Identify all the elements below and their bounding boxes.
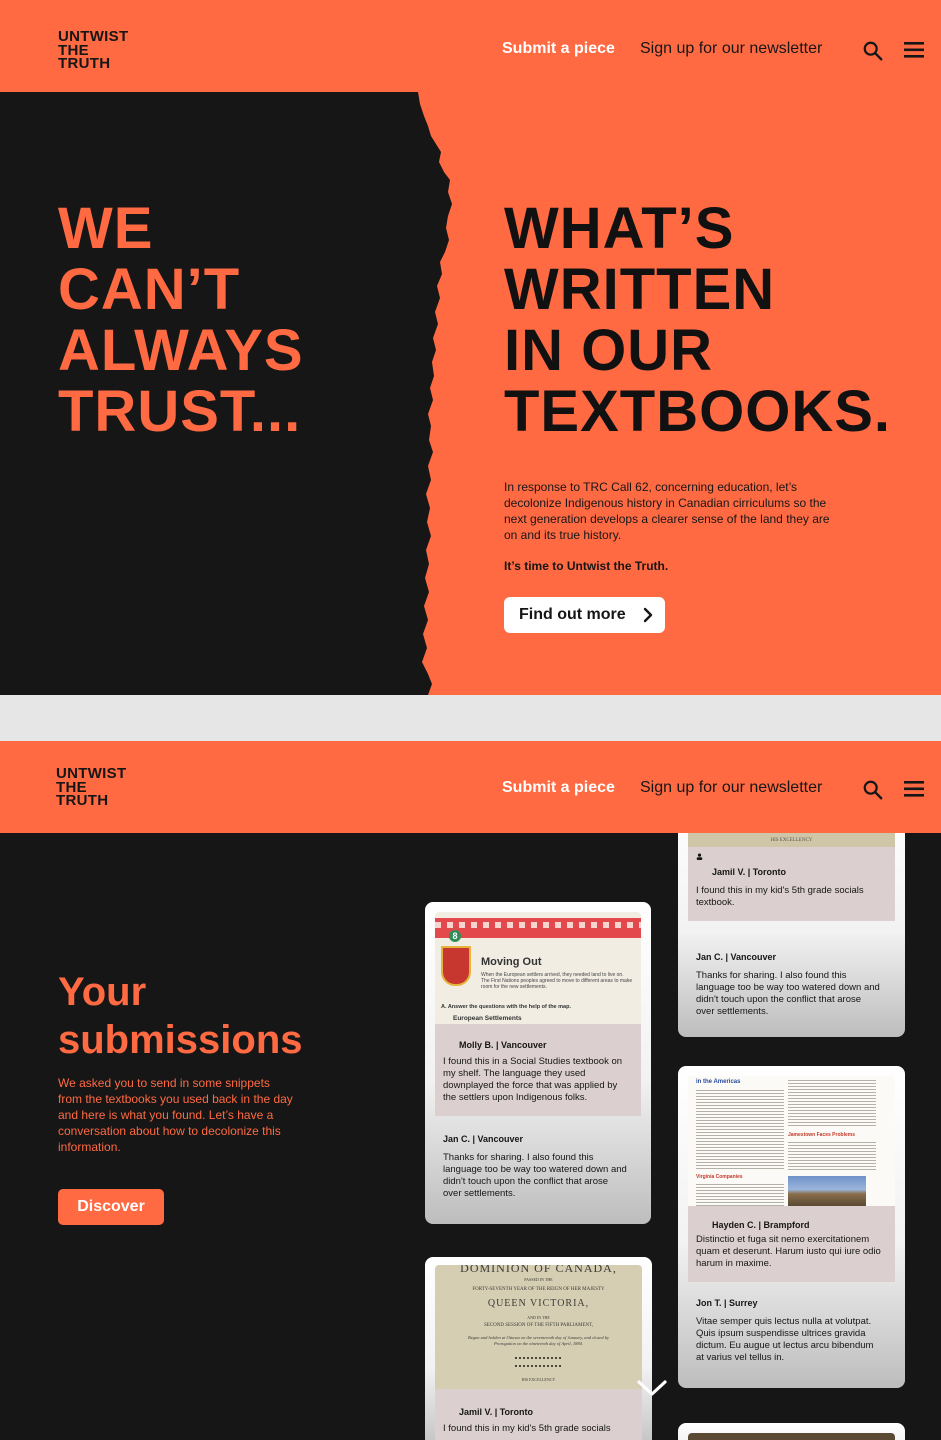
nav-newsletter-link[interactable]: Sign up for our newsletter xyxy=(640,779,822,797)
submission-author: Hayden C. | Brampford xyxy=(712,1220,810,1230)
textbook-photo: 8 Moving Out When the European settlers … xyxy=(435,912,641,1024)
heading-line: WRITTEN xyxy=(504,257,776,322)
photo-title: DOMINION OF CANADA, xyxy=(460,1265,617,1275)
photo-text-block xyxy=(696,1088,784,1170)
textbook-photo: in the Americas Jamestown Faces Problems… xyxy=(688,1076,895,1206)
heading-line: IN OUR xyxy=(504,318,713,383)
title-line: Your xyxy=(58,970,147,1014)
submission-comment: Hayden C. | Brampford Distinctio et fuga… xyxy=(688,1206,895,1282)
user-icon xyxy=(696,853,703,860)
submission-message: I found this in my kid's 5th grade socia… xyxy=(443,1423,611,1434)
submission-comment: Molly B. | Vancouver I found this in a S… xyxy=(435,1024,641,1116)
reply-message: Vitae semper quis lectus nulla at volutp… xyxy=(696,1316,874,1363)
submissions-title: Your submissions xyxy=(58,968,303,1064)
submission-card[interactable]: DOMINION OF CANADA, PASSED IN THE FORTY-… xyxy=(425,1257,652,1440)
photo-line: FORTY-SEVENTH YEAR OF THE REIGN OF HER M… xyxy=(472,1287,605,1292)
photo-banner xyxy=(435,918,641,938)
title-line: submissions xyxy=(58,1018,303,1062)
crest-ornament xyxy=(515,1357,561,1367)
landscape-image xyxy=(788,1176,866,1206)
photo-text: When the European settlers arrived, they… xyxy=(481,972,633,990)
heading-line: TRUST... xyxy=(58,379,302,444)
hamburger-menu-icon[interactable] xyxy=(903,780,925,798)
photo-text-block xyxy=(788,1140,876,1170)
photo-line: SECOND SESSION OF THE FIFTH PARLIAMENT, xyxy=(483,1323,594,1328)
heading-line: CAN’T xyxy=(58,257,241,322)
submission-message: Distinctio et fuga sit nemo exercitation… xyxy=(696,1234,881,1269)
submission-comment: Jamil V. | Toronto I found this in my ki… xyxy=(688,847,895,921)
submissions-description: We asked you to send in some snippets fr… xyxy=(58,1076,293,1154)
chevron-down-icon[interactable] xyxy=(636,1378,668,1398)
find-out-more-button[interactable]: Find out more xyxy=(504,597,665,633)
photo-subheading: Virginia Companies xyxy=(696,1174,743,1180)
photo-text-block xyxy=(696,1182,784,1206)
search-icon[interactable] xyxy=(862,40,884,62)
reply-author: Jon T. | Surrey xyxy=(696,1298,758,1308)
photo-number: 8 xyxy=(449,930,461,942)
submission-card[interactable]: 8 Moving Out When the European settlers … xyxy=(425,902,651,1224)
hero-section: WE CAN’T ALWAYS TRUST... WHAT’S WRITTEN … xyxy=(0,92,941,695)
photo-subheading: Jamestown Faces Problems xyxy=(788,1132,855,1138)
photo-banner-stripe xyxy=(435,922,641,928)
submissions-section: Your submissions We asked you to send in… xyxy=(0,833,941,1440)
photo-heading: Moving Out xyxy=(481,956,542,968)
reply-author: Jan C. | Vancouver xyxy=(696,952,777,962)
photo-text-block xyxy=(788,1078,876,1128)
submission-message: I found this in my kid's 5th grade socia… xyxy=(696,885,864,908)
chevron-right-icon xyxy=(643,607,653,623)
submission-author: Jamil V. | Toronto xyxy=(459,1407,534,1417)
photo-line: Begun and holden at Ottawa on the sevent… xyxy=(468,1335,609,1346)
nav-submit-link[interactable]: Submit a piece xyxy=(502,40,615,58)
logo-line: TRUTH xyxy=(58,55,111,72)
photo-caption: HIS EXCELLENCY xyxy=(770,838,813,843)
hamburger-menu-icon[interactable] xyxy=(903,41,925,59)
photo-instruction: A. Answer the questions with the help of… xyxy=(441,1004,571,1010)
submission-author: Molly B. | Vancouver xyxy=(459,1040,547,1050)
submission-comment: Jamil V. | Toronto I found this in my ki… xyxy=(435,1389,642,1440)
submission-card[interactable]: HIS EXCELLENCY Jamil V. | Toronto I foun… xyxy=(678,833,905,1037)
photo-line: PASSED IN THE xyxy=(524,1277,553,1282)
nav-submit-link[interactable]: Submit a piece xyxy=(502,779,615,797)
submission-card[interactable]: in the Americas Jamestown Faces Problems… xyxy=(678,1066,905,1388)
submission-author: Jamil V. | Toronto xyxy=(712,867,787,877)
photo-line: AND IN THE xyxy=(527,1315,550,1320)
hero-heading-right: WHAT’S WRITTEN IN OUR TEXTBOOKS. xyxy=(504,198,891,442)
coat-of-arms-image xyxy=(441,946,471,986)
reply-message: Thanks for sharing. I also found this la… xyxy=(443,1152,627,1199)
site-logo[interactable]: UNTWIST THE TRUTH xyxy=(56,766,126,809)
textbook-photo xyxy=(688,1433,895,1440)
heading-line: WHAT’S xyxy=(504,196,735,261)
heading-line: ALWAYS xyxy=(58,318,304,383)
photo-line: QUEEN VICTORIA, xyxy=(487,1298,590,1309)
logo-line: TRUTH xyxy=(56,792,109,809)
hero-description: In response to TRC Call 62, concerning e… xyxy=(504,480,830,542)
discover-button[interactable]: Discover xyxy=(58,1189,164,1225)
reply-message: Thanks for sharing. I also found this la… xyxy=(696,970,880,1017)
hero-tagline: It’s time to Untwist the Truth. xyxy=(504,559,669,573)
site-header: UNTWIST THE TRUTH Submit a piece Sign up… xyxy=(0,741,941,833)
photo-subheading: European Settlements xyxy=(453,1015,522,1022)
frame-divider xyxy=(0,695,941,741)
hero-heading-left: WE CAN’T ALWAYS TRUST... xyxy=(58,198,304,442)
reply-author: Jan C. | Vancouver xyxy=(443,1134,524,1144)
heading-line: WE xyxy=(58,196,154,261)
photo-heading: in the Americas xyxy=(696,1079,741,1085)
textbook-photo: DOMINION OF CANADA, PASSED IN THE FORTY-… xyxy=(435,1265,642,1389)
photo-line: HIS EXCELLENCY xyxy=(521,1377,556,1382)
site-logo[interactable]: UNTWIST THE TRUTH xyxy=(58,29,128,72)
submission-message: I found this in a Social Studies textboo… xyxy=(443,1056,623,1103)
submission-card[interactable] xyxy=(678,1423,905,1440)
nav-newsletter-link[interactable]: Sign up for our newsletter xyxy=(640,40,822,58)
button-label: Find out more xyxy=(519,606,626,623)
textbook-photo: HIS EXCELLENCY xyxy=(688,833,895,847)
site-header: UNTWIST THE TRUTH Submit a piece Sign up… xyxy=(0,0,941,92)
heading-line: TEXTBOOKS. xyxy=(504,379,892,444)
search-icon[interactable] xyxy=(862,779,884,801)
